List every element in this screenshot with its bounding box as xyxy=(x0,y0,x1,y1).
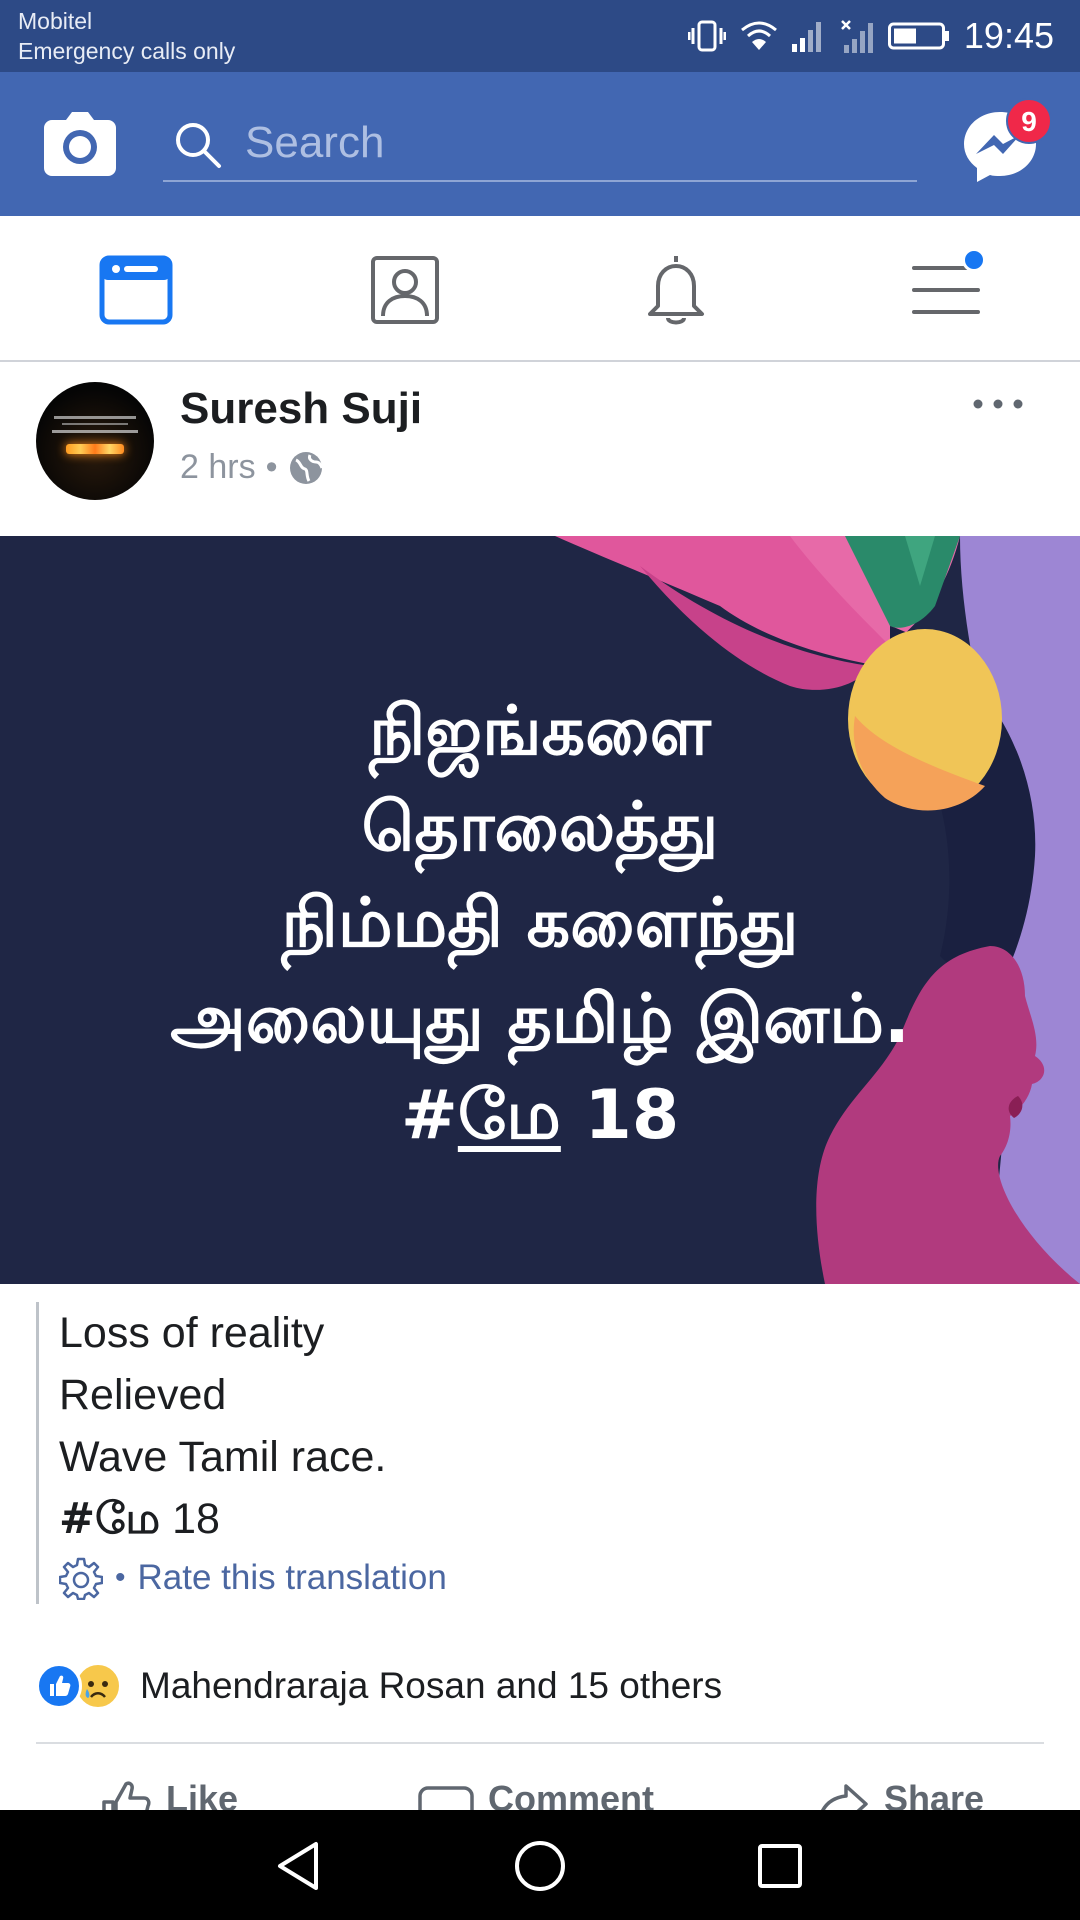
image-hashtag-word[interactable]: மே xyxy=(458,1076,561,1155)
post-time[interactable]: 2 hrs xyxy=(180,448,256,487)
search-input[interactable] xyxy=(245,114,895,172)
image-hashtag-prefix: # xyxy=(400,1076,458,1155)
no-signal-icon xyxy=(841,20,873,53)
tab-notifications[interactable] xyxy=(636,250,716,330)
recents-button[interactable] xyxy=(752,1838,808,1894)
search-bar[interactable] xyxy=(163,108,917,182)
battery-icon xyxy=(887,22,949,50)
menu-notification-dot xyxy=(962,248,986,272)
camera-icon xyxy=(44,112,116,176)
image-text-line-3: நிம்மதி களைந்து xyxy=(281,884,799,963)
comment-button[interactable]: Comment xyxy=(418,1778,654,1810)
poster-name[interactable]: Suresh Suji xyxy=(180,384,422,434)
translation-hashtag: #மே 18 xyxy=(59,1488,1046,1550)
carrier-info: Mobitel Emergency calls only xyxy=(18,6,235,66)
post-meta: 2 hrs • xyxy=(180,448,324,487)
bell-icon xyxy=(648,256,704,325)
post-header: Suresh Suji 2 hrs • xyxy=(0,364,1080,536)
translation-line-2: Relieved xyxy=(59,1371,227,1419)
rate-translation-row: • Rate this translation xyxy=(59,1556,1046,1600)
meta-separator: • xyxy=(265,448,278,486)
image-hashtag-suffix: 18 xyxy=(560,1076,680,1155)
back-button[interactable] xyxy=(272,1838,328,1894)
comment-icon xyxy=(418,1786,474,1810)
carrier-name: Mobitel xyxy=(18,8,93,34)
wifi-icon xyxy=(740,21,777,50)
profile-icon xyxy=(371,256,439,324)
messenger-badge: 9 xyxy=(1006,98,1052,144)
translation-line-3: Wave Tamil race. xyxy=(59,1433,387,1481)
avatar[interactable] xyxy=(36,382,154,500)
like-icon xyxy=(102,1781,151,1810)
tab-bar xyxy=(0,216,1080,362)
globe-icon xyxy=(289,451,323,484)
app-header: 9 xyxy=(0,72,1080,216)
tab-news-feed[interactable] xyxy=(96,250,176,330)
like-button[interactable]: Like xyxy=(100,1778,238,1810)
post-action-bar: Like Comment Share xyxy=(0,1760,1080,1810)
status-icons: 19:45 xyxy=(687,14,1054,58)
reactions-summary[interactable]: Mahendraraja Rosan and 15 others xyxy=(36,1652,1044,1720)
image-hashtag: #மே 18 xyxy=(40,1068,1040,1164)
reactions-text[interactable]: Mahendraraja Rosan and 15 others xyxy=(140,1665,722,1707)
share-button[interactable]: Share xyxy=(814,1778,984,1810)
image-caption: நிஜங்களை தொலைத்து நிம்மதி களைந்து அலையுத… xyxy=(40,684,1040,1164)
home-icon xyxy=(515,1841,565,1891)
post-options-button[interactable] xyxy=(972,390,1024,418)
search-icon xyxy=(176,123,221,168)
like-label: Like xyxy=(166,1778,239,1810)
image-text-line-1: நிஜங்களை xyxy=(369,692,711,771)
settings-gear-icon[interactable] xyxy=(59,1556,103,1600)
more-options-icon xyxy=(973,399,1023,409)
home-button[interactable] xyxy=(512,1838,568,1894)
image-text-line-4: அலையுது தமிழ் இனம். xyxy=(170,980,910,1059)
post-divider xyxy=(36,1742,1044,1744)
recents-icon xyxy=(758,1844,802,1888)
like-reaction-icon xyxy=(36,1663,82,1709)
rate-translation-link[interactable]: Rate this translation xyxy=(138,1558,447,1598)
translation-hashtag-rest: 18 xyxy=(160,1495,220,1543)
signal-icon xyxy=(791,22,821,52)
translation-line-1: Loss of reality xyxy=(59,1309,325,1357)
back-icon xyxy=(278,1842,318,1890)
post-image[interactable]: நிஜங்களை தொலைத்து நிம்மதி களைந்து அலையுத… xyxy=(0,536,1080,1284)
comment-label: Comment xyxy=(488,1778,655,1810)
translation-hashtag-link[interactable]: #மே xyxy=(59,1494,160,1544)
camera-button[interactable] xyxy=(44,112,116,176)
clock: 19:45 xyxy=(963,15,1054,56)
translation-block: Loss of reality Relieved Wave Tamil race… xyxy=(36,1302,1046,1604)
image-text-line-2: தொலைத்து xyxy=(361,788,719,867)
share-label: Share xyxy=(884,1778,985,1810)
status-bar: Mobitel Emergency calls only 19:45 xyxy=(0,0,1080,72)
system-nav-bar xyxy=(0,1810,1080,1920)
share-icon xyxy=(821,1784,868,1810)
news-feed-icon xyxy=(99,255,173,325)
tab-profile[interactable] xyxy=(365,250,445,330)
carrier-status: Emergency calls only xyxy=(18,38,236,64)
vibrate-icon xyxy=(687,20,726,52)
rate-separator: • xyxy=(115,1561,126,1594)
